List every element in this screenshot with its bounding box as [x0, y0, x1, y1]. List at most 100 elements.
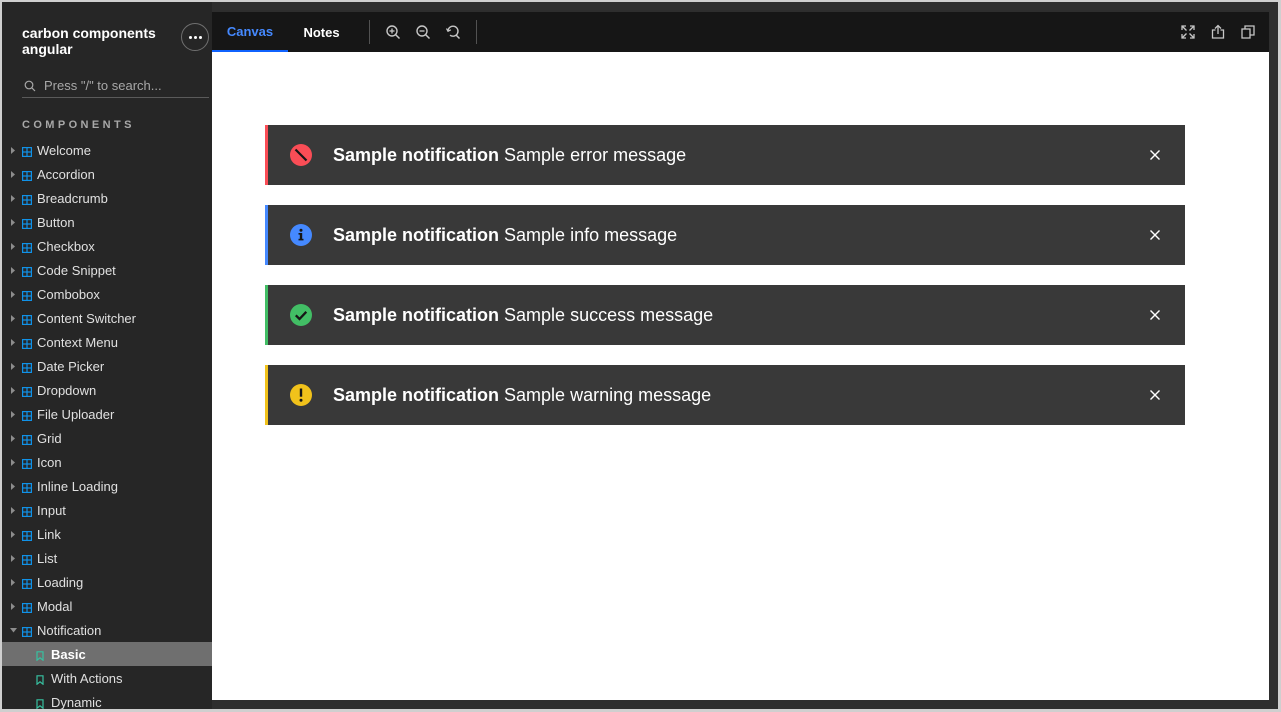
notification-title: Sample notification: [333, 304, 500, 325]
component-icon: [22, 193, 33, 206]
component-icon: [22, 481, 33, 494]
status-bar: [265, 205, 268, 265]
sidebar-item-welcome[interactable]: Welcome: [2, 138, 212, 162]
sidebar-item-input[interactable]: Input: [2, 498, 212, 522]
component-icon: [22, 553, 33, 566]
tab-canvas[interactable]: Canvas: [212, 12, 288, 52]
sidebar-item-label: Loading: [37, 574, 84, 590]
sidebar-item-dropdown[interactable]: Dropdown: [2, 378, 212, 402]
sidebar-item-file-uploader[interactable]: File Uploader: [2, 402, 212, 426]
caret-right-icon: [9, 554, 17, 562]
notification-title: Sample notification: [333, 144, 500, 165]
caret-right-icon: [9, 170, 17, 178]
caret-right-icon: [9, 482, 17, 490]
fullscreen-icon[interactable]: [1180, 24, 1196, 40]
zoom-in-icon[interactable]: [385, 24, 401, 40]
sidebar-item-grid[interactable]: Grid: [2, 426, 212, 450]
caret-right-icon: [9, 362, 17, 370]
close-icon[interactable]: [1147, 307, 1163, 323]
toolbar: Canvas Notes: [212, 12, 1269, 52]
warning-icon: [289, 383, 313, 407]
component-tree: Welcome Accordion Breadcrumb Button Checkbox…: [2, 138, 212, 709]
sidebar-item-content-switcher[interactable]: Content Switcher: [2, 306, 212, 330]
component-icon: [22, 529, 33, 542]
sidebar-item-label: Input: [37, 502, 66, 518]
sidebar-item-label: Code Snippet: [37, 262, 116, 278]
component-icon: [22, 337, 33, 350]
sidebar-item-list[interactable]: List: [2, 546, 212, 570]
component-icon: [22, 241, 33, 254]
sidebar-item-accordion[interactable]: Accordion: [2, 162, 212, 186]
sidebar-item-label: With Actions: [51, 670, 123, 686]
sidebar-item-modal[interactable]: Modal: [2, 594, 212, 618]
component-icon: [22, 217, 33, 230]
info-icon: [289, 223, 313, 247]
sidebar-item-label: Grid: [37, 430, 62, 446]
sidebar-item-loading[interactable]: Loading: [2, 570, 212, 594]
sidebar-item-label: Button: [37, 214, 75, 230]
sidebar-item-label: Breadcrumb: [37, 190, 108, 206]
sidebar-item-label: Combobox: [37, 286, 100, 302]
status-bar: [265, 285, 268, 345]
sidebar-item-checkbox[interactable]: Checkbox: [2, 234, 212, 258]
caret-right-icon: [9, 146, 17, 154]
sidebar-story-basic[interactable]: Basic: [2, 642, 212, 666]
component-icon: [22, 265, 33, 278]
caret-right-icon: [9, 386, 17, 394]
sidebar-item-link[interactable]: Link: [2, 522, 212, 546]
sidebar-item-label: Link: [37, 526, 61, 542]
search-box: [22, 73, 209, 98]
search-input[interactable]: [44, 77, 204, 93]
caret-right-icon: [9, 218, 17, 226]
sidebar-item-label: List: [37, 550, 58, 566]
sidebar-item-label: Dropdown: [37, 382, 97, 398]
sidebar-story-dynamic[interactable]: Dynamic: [2, 690, 212, 709]
tab-notes[interactable]: Notes: [288, 12, 355, 52]
app-title[interactable]: carbon components angular: [22, 25, 172, 57]
more-options-button[interactable]: [181, 23, 209, 51]
component-icon: [22, 577, 33, 590]
sidebar-item-label: Basic: [51, 646, 86, 662]
sidebar-item-label: Content Switcher: [37, 310, 136, 326]
sidebar-item-label: Icon: [37, 454, 62, 470]
component-icon: [22, 361, 33, 374]
notification-message: Sample error message: [504, 144, 687, 165]
sidebar-item-label: Dynamic: [51, 694, 102, 710]
zoom-out-icon[interactable]: [415, 24, 431, 40]
notification-text: Sample notification Sample warning messa…: [333, 365, 711, 425]
notification-message: Sample warning message: [504, 384, 712, 405]
notification-warning: Sample notification Sample warning messa…: [265, 365, 1185, 425]
close-icon[interactable]: [1147, 387, 1163, 403]
component-icon: [22, 385, 33, 398]
notification-title: Sample notification: [333, 384, 500, 405]
caret-right-icon: [9, 602, 17, 610]
sidebar-item-inline-loading[interactable]: Inline Loading: [2, 474, 212, 498]
sidebar-item-label: Date Picker: [37, 358, 105, 374]
bookmark-icon: [35, 649, 45, 662]
sidebar-item-breadcrumb[interactable]: Breadcrumb: [2, 186, 212, 210]
sidebar-item-label: Welcome: [37, 142, 91, 158]
sidebar-item-icon[interactable]: Icon: [2, 450, 212, 474]
caret-right-icon: [9, 506, 17, 514]
sidebar-item-notification[interactable]: Notification: [2, 618, 212, 642]
share-icon[interactable]: [1210, 24, 1226, 40]
component-icon: [22, 601, 33, 614]
caret-right-icon: [9, 242, 17, 250]
notification-message: Sample success message: [504, 304, 714, 325]
sidebar-story-with-actions[interactable]: With Actions: [2, 666, 212, 690]
close-icon[interactable]: [1147, 147, 1163, 163]
notification-success: Sample notification Sample success messa…: [265, 285, 1185, 345]
ellipsis-icon: [188, 35, 202, 39]
sidebar-item-context-menu[interactable]: Context Menu: [2, 330, 212, 354]
section-title: COMPONENTS: [22, 119, 135, 131]
sidebar-item-combobox[interactable]: Combobox: [2, 282, 212, 306]
sidebar-item-button[interactable]: Button: [2, 210, 212, 234]
reset-zoom-icon[interactable]: [445, 24, 461, 40]
sidebar-item-date-picker[interactable]: Date Picker: [2, 354, 212, 378]
component-icon: [22, 289, 33, 302]
toolbar-divider: [476, 20, 477, 44]
close-icon[interactable]: [1147, 227, 1163, 243]
app-window: carbon components angular COMPONENTS Wel…: [0, 0, 1281, 712]
copy-link-icon[interactable]: [1240, 24, 1256, 40]
sidebar-item-code-snippet[interactable]: Code Snippet: [2, 258, 212, 282]
